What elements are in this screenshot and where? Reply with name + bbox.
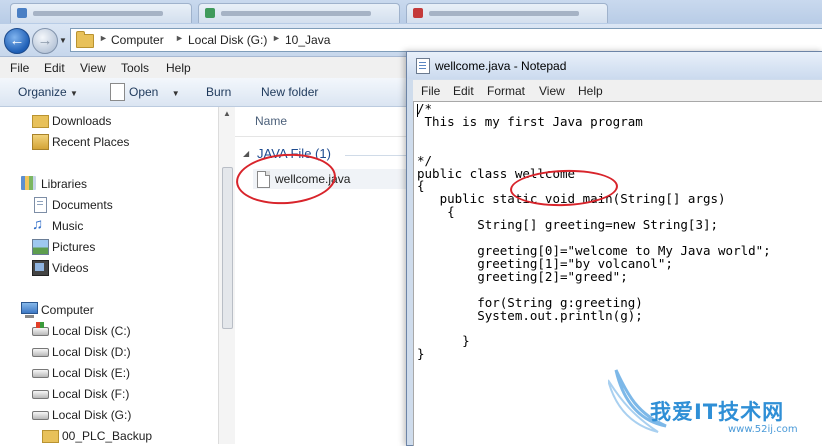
nav-label: Local Disk (D:) xyxy=(52,345,131,359)
forward-arrow-icon: → xyxy=(37,32,53,49)
notepad-text-area[interactable]: /* This is my first Java program */ publ… xyxy=(413,101,822,446)
nav-label: Recent Places xyxy=(52,135,130,149)
drive-icon xyxy=(32,369,49,378)
tab-2[interactable] xyxy=(198,3,400,23)
recent-pages-dropdown-icon[interactable]: ▼ xyxy=(59,36,67,45)
folder-icon xyxy=(76,31,94,48)
notepad-titlebar[interactable]: wellcome.java - Notepad xyxy=(407,52,822,79)
notepad-menu-file[interactable]: File xyxy=(421,84,440,98)
tab-title-blurred xyxy=(33,11,163,16)
nav-label: Documents xyxy=(52,198,113,212)
burn-button[interactable]: Burn xyxy=(206,85,231,99)
navigation-pane: Downloads Recent Places Libraries Docume… xyxy=(0,107,220,444)
menu-tools[interactable]: Tools xyxy=(121,61,149,75)
scrollbar-thumb[interactable] xyxy=(222,167,233,329)
breadcrumb-chevron-icon[interactable]: ► xyxy=(99,33,108,43)
new-folder-button[interactable]: New folder xyxy=(261,85,318,99)
nav-label: Local Disk (F:) xyxy=(52,387,130,401)
open-label: Open xyxy=(129,85,159,99)
menu-help[interactable]: Help xyxy=(166,61,191,75)
music-note-icon: ♫ xyxy=(32,216,44,233)
nav-label: Local Disk (E:) xyxy=(52,366,131,380)
notepad-title: wellcome.java - Notepad xyxy=(435,59,567,73)
nav-label: Downloads xyxy=(52,114,112,128)
breadcrumb-chevron-icon[interactable]: ► xyxy=(272,33,281,43)
group-divider xyxy=(345,155,407,156)
column-header-divider xyxy=(235,136,407,137)
organize-label: Organize xyxy=(18,85,67,99)
nav-label: Videos xyxy=(52,261,89,275)
chevron-down-icon: ▼ xyxy=(70,89,78,98)
drive-icon xyxy=(32,411,49,420)
forward-button[interactable]: → xyxy=(32,28,58,54)
nav-label: Libraries xyxy=(41,177,88,191)
drive-icon xyxy=(32,348,49,357)
tab-3[interactable] xyxy=(406,3,608,23)
pictures-icon xyxy=(32,239,49,255)
downloads-folder-icon xyxy=(32,115,49,128)
drive-icon xyxy=(32,390,49,399)
navigation-pane-scrollbar[interactable]: ▲ xyxy=(218,107,236,444)
tab-favicon-icon xyxy=(413,8,423,18)
folder-icon xyxy=(42,430,59,443)
collapse-group-icon[interactable]: ◢ xyxy=(243,149,249,158)
open-button[interactable]: Open ▼ xyxy=(129,85,180,99)
breadcrumb-computer[interactable]: Computer xyxy=(111,33,164,47)
nav-label: Pictures xyxy=(52,240,96,254)
nav-label: 00_PLC_Backup xyxy=(62,429,153,443)
tab-favicon-icon xyxy=(17,8,27,18)
notepad-window: wellcome.java - Notepad File Edit Format… xyxy=(406,51,822,446)
open-file-icon xyxy=(110,83,125,101)
browser-tab-strip xyxy=(0,0,822,24)
videos-film-icon xyxy=(32,260,49,276)
column-header-name[interactable]: Name xyxy=(255,114,287,128)
tab-title-blurred xyxy=(429,11,579,16)
nav-label: Music xyxy=(52,219,84,233)
organize-button[interactable]: Organize ▼ xyxy=(18,85,78,99)
notepad-menu-format[interactable]: Format xyxy=(487,84,525,98)
notepad-menu-edit[interactable]: Edit xyxy=(453,84,474,98)
tab-1[interactable] xyxy=(10,3,192,23)
chevron-down-icon: ▼ xyxy=(171,89,180,98)
menu-file[interactable]: File xyxy=(10,61,29,75)
tab-favicon-icon xyxy=(205,8,215,18)
notepad-icon xyxy=(416,58,430,74)
computer-icon xyxy=(21,302,38,318)
tab-title-blurred xyxy=(221,11,371,16)
documents-icon xyxy=(34,197,47,213)
notepad-menu-view[interactable]: View xyxy=(539,84,565,98)
menu-edit[interactable]: Edit xyxy=(44,61,65,75)
nav-label: Local Disk (C:) xyxy=(52,324,131,338)
recent-places-icon xyxy=(32,134,49,150)
back-arrow-icon: ← xyxy=(9,32,25,49)
address-bar[interactable]: ► Computer ► Local Disk (G:) ► 10_Java xyxy=(70,28,822,52)
breadcrumb-10-java[interactable]: 10_Java xyxy=(285,33,330,47)
nav-label: Local Disk (G:) xyxy=(52,408,132,422)
nav-label: Computer xyxy=(41,303,94,317)
menu-view[interactable]: View xyxy=(80,61,106,75)
system-drive-icon xyxy=(32,322,49,336)
breadcrumb-local-disk-g[interactable]: Local Disk (G:) xyxy=(188,33,267,47)
libraries-icon xyxy=(21,176,36,190)
breadcrumb-chevron-icon[interactable]: ► xyxy=(175,33,184,43)
back-button[interactable]: ← xyxy=(4,28,30,54)
notepad-menu-help[interactable]: Help xyxy=(578,84,603,98)
scroll-up-icon[interactable]: ▲ xyxy=(223,109,231,118)
notepad-menubar: File Edit Format View Help xyxy=(413,80,822,101)
java-source-code: /* This is my first Java program */ publ… xyxy=(417,101,771,362)
